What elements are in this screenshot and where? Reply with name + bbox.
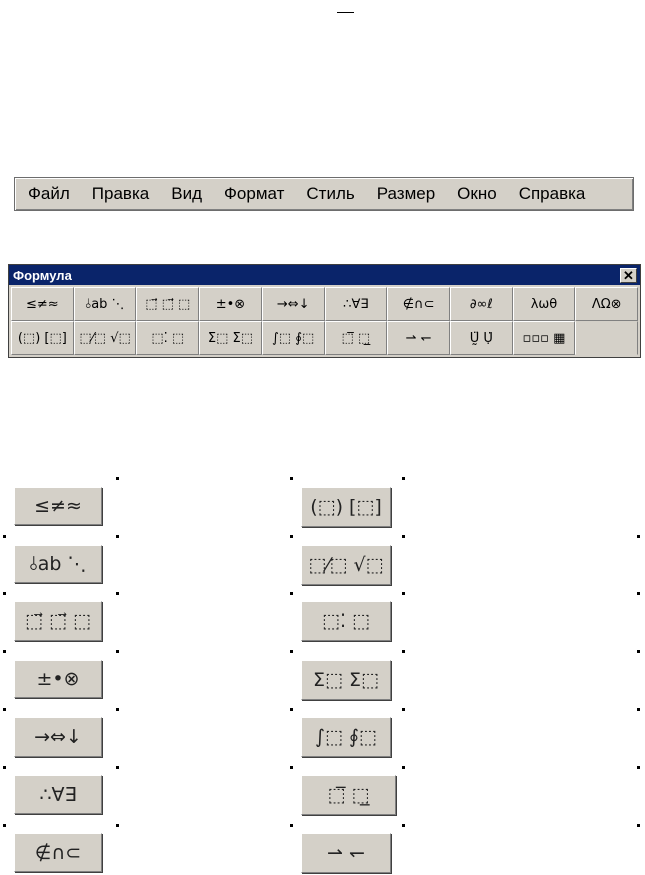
corner-mark <box>116 477 119 480</box>
corner-mark <box>290 535 293 538</box>
corner-mark <box>637 708 640 711</box>
corner-mark <box>3 824 6 827</box>
corner-mark <box>637 650 640 653</box>
operators-button-large[interactable]: ±•⊗ <box>14 660 102 698</box>
corner-mark <box>116 766 119 769</box>
menu-size[interactable]: Размер <box>366 184 446 204</box>
menu-file[interactable]: Файл <box>15 184 81 204</box>
corner-mark <box>290 592 293 595</box>
formula-toolbar-titlebar[interactable]: Формула ✕ <box>9 265 640 285</box>
subscript-superscript-button-large[interactable]: ⬚⁚ ⬚ <box>301 601 391 641</box>
spaces-ellipses-palette-button[interactable]: ⫰ab ⋱ <box>73 287 137 321</box>
corner-mark <box>402 766 405 769</box>
corner-mark <box>3 650 6 653</box>
corner-mark <box>116 708 119 711</box>
corner-mark <box>402 824 405 827</box>
menu-style[interactable]: Стиль <box>295 184 365 204</box>
corner-mark <box>116 592 119 595</box>
corner-mark <box>402 592 405 595</box>
integrals-button-large[interactable]: ∫⬚ ∮⬚ <box>301 717 391 757</box>
embellishments-palette-button[interactable]: ⬚⃗ ⬚⃗ ⬚ <box>136 287 200 321</box>
corner-mark <box>637 535 640 538</box>
greek-lowercase-palette-button[interactable]: λωθ <box>512 287 576 321</box>
formula-toolbar-symbols-row: ≤≠≈ ⫰ab ⋱ ⬚⃗ ⬚⃗ ⬚ ±•⊗ →⇔↓ ∴∀∃ ∉∩⊂ ∂∞ℓ λω… <box>9 287 640 321</box>
logic-palette-button[interactable]: ∴∀∃ <box>324 287 388 321</box>
formula-toolbar-title: Формула <box>13 267 72 283</box>
corner-mark <box>402 477 405 480</box>
corner-mark <box>290 766 293 769</box>
menu-bar: Файл Правка Вид Формат Стиль Размер Окно… <box>14 177 634 211</box>
summation-button-large[interactable]: Σ⬚ Σ⬚ <box>301 660 391 700</box>
labeled-arrows-palette-button[interactable]: ⇀ ↽ <box>387 321 450 355</box>
corner-mark <box>290 477 293 480</box>
corner-mark <box>116 824 119 827</box>
corner-mark <box>3 592 6 595</box>
menu-window[interactable]: Окно <box>446 184 508 204</box>
corner-mark <box>637 766 640 769</box>
fences-button-large[interactable]: (⬚) [⬚] <box>301 487 391 527</box>
underbar-overbar-palette-button[interactable]: ⬚̅ ⬚̲ <box>324 321 388 355</box>
corner-mark <box>116 535 119 538</box>
corner-mark <box>3 708 6 711</box>
arrows-palette-button[interactable]: →⇔↓ <box>261 287 325 321</box>
corner-mark <box>116 650 119 653</box>
corner-mark <box>402 708 405 711</box>
corner-mark <box>290 824 293 827</box>
menu-edit[interactable]: Правка <box>81 184 160 204</box>
set-theory-palette-button[interactable]: ∉∩⊂ <box>387 287 450 321</box>
labeled-arrows-button-large[interactable]: ⇀ ↽ <box>301 833 391 873</box>
corner-mark <box>290 708 293 711</box>
corner-mark <box>402 535 405 538</box>
integrals-palette-button[interactable]: ∫⬚ ∮⬚ <box>261 321 325 355</box>
corner-mark <box>637 824 640 827</box>
corner-mark <box>3 766 6 769</box>
top-rule <box>337 12 354 13</box>
close-icon: ✕ <box>623 267 634 283</box>
arrows-button-large[interactable]: →⇔↓ <box>14 717 102 757</box>
subscript-superscript-palette-button[interactable]: ⬚⁚ ⬚ <box>136 321 200 355</box>
menu-view[interactable]: Вид <box>160 184 213 204</box>
menu-help[interactable]: Справка <box>508 184 597 204</box>
set-theory-button-large[interactable]: ∉∩⊂ <box>14 833 102 872</box>
close-button[interactable]: ✕ <box>620 267 637 283</box>
products-set-theory-palette-button[interactable]: Ṵ̈ Ụ̇ <box>449 321 513 355</box>
corner-mark <box>637 592 640 595</box>
relations-button-large[interactable]: ≤≠≈ <box>14 487 102 525</box>
embellishments-button-large[interactable]: ⬚⃗ ⬚⃗ ⬚ <box>14 601 102 641</box>
formula-toolbar-window: Формула ✕ ≤≠≈ ⫰ab ⋱ ⬚⃗ ⬚⃗ ⬚ ±•⊗ →⇔↓ ∴∀∃ … <box>8 264 641 358</box>
summation-palette-button[interactable]: Σ⬚ Σ⬚ <box>199 321 262 355</box>
matrices-palette-button[interactable]: ▫▫▫ ▦ <box>512 321 576 355</box>
logic-button-large[interactable]: ∴∀∃ <box>14 775 102 814</box>
corner-mark <box>290 650 293 653</box>
greek-uppercase-palette-button[interactable]: ΛΩ⊗ <box>575 287 639 321</box>
misc-symbols-palette-button[interactable]: ∂∞ℓ <box>449 287 513 321</box>
corner-mark <box>3 535 6 538</box>
fractions-radicals-palette-button[interactable]: ⬚⁄⬚ √⬚ <box>73 321 137 355</box>
fences-palette-button[interactable]: (⬚) [⬚] <box>11 321 74 355</box>
spaces-ellipses-button-large[interactable]: ⫰ab ⋱ <box>14 545 102 583</box>
relations-palette-button[interactable]: ≤≠≈ <box>11 287 74 321</box>
toolbar-empty-cell <box>575 321 639 355</box>
menu-format[interactable]: Формат <box>213 184 295 204</box>
underbar-overbar-button-large[interactable]: ⬚̅ ⬚̲ <box>301 775 396 815</box>
operators-palette-button[interactable]: ±•⊗ <box>199 287 262 321</box>
formula-toolbar-templates-row: (⬚) [⬚] ⬚⁄⬚ √⬚ ⬚⁚ ⬚ Σ⬚ Σ⬚ ∫⬚ ∮⬚ ⬚̅ ⬚̲ ⇀ … <box>9 321 640 355</box>
fractions-radicals-button-large[interactable]: ⬚⁄⬚ √⬚ <box>301 545 391 585</box>
corner-mark <box>402 650 405 653</box>
